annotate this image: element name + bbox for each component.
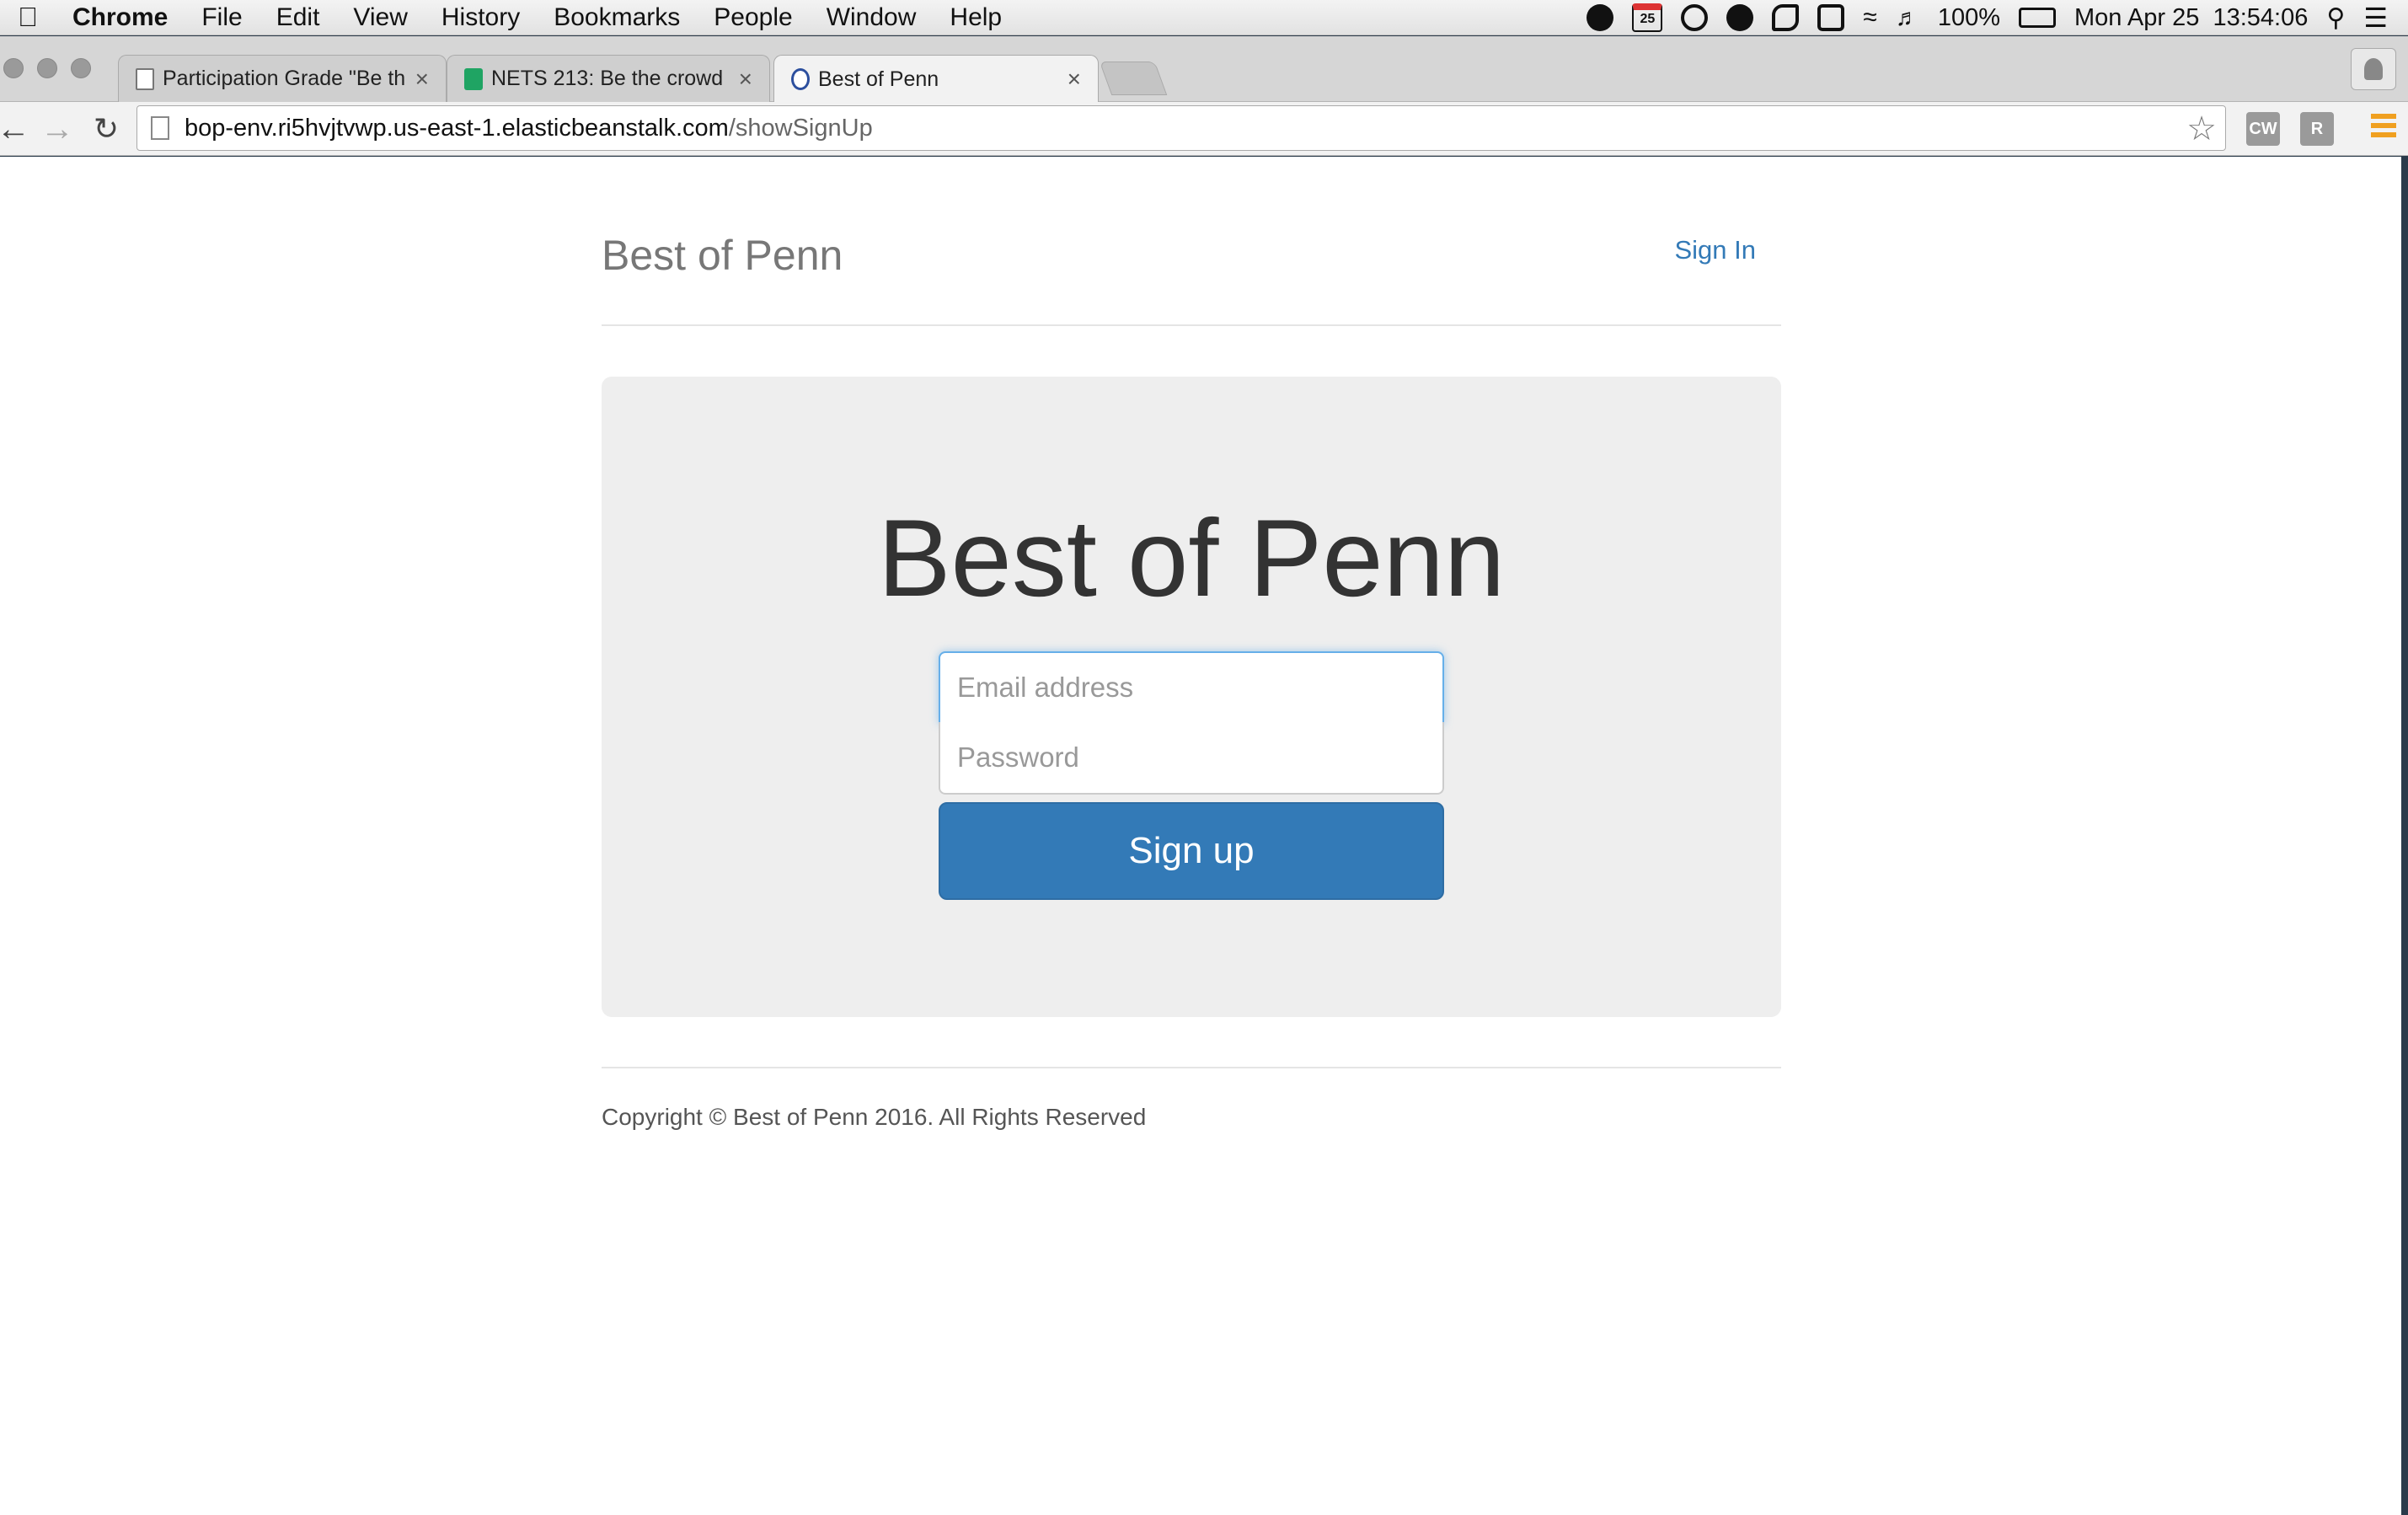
- sign-up-button[interactable]: Sign up: [939, 802, 1444, 900]
- menu-view[interactable]: View: [336, 3, 424, 32]
- menu-window[interactable]: Window: [810, 3, 934, 32]
- close-tab-icon[interactable]: ×: [415, 66, 429, 93]
- url-host: bop-env.ri5hvjtvwp.us-east-1.elasticbean…: [185, 114, 729, 142]
- tab-best-of-penn[interactable]: Best of Penn ×: [773, 55, 1099, 103]
- sheets-icon: [464, 67, 483, 90]
- address-bar[interactable]: bop-env.ri5hvjtvwp.us-east-1.elasticbean…: [136, 105, 2226, 151]
- menu-people[interactable]: People: [697, 3, 809, 32]
- calendar-icon[interactable]: 25: [1632, 3, 1663, 32]
- tab-nets213[interactable]: NETS 213: Be the crowd fo ×: [447, 55, 770, 102]
- menu-file[interactable]: File: [185, 3, 259, 32]
- reload-button[interactable]: ↻: [88, 110, 125, 147]
- window-controls: [3, 58, 91, 78]
- footer-copyright: Copyright © Best of Penn 2016. All Right…: [602, 1104, 1147, 1130]
- signup-jumbotron: Best of Penn Sign up: [602, 377, 1781, 1017]
- forward-button[interactable]: →: [39, 110, 76, 147]
- header-divider: [602, 324, 1781, 326]
- tab-participation-grade[interactable]: Participation Grade "Be the ×: [118, 55, 447, 102]
- tab-title: Best of Penn: [818, 67, 939, 91]
- status-area: 25 ≈ ♬ 100% Mon Apr 25 13:54:06 ⚲ ☰: [1587, 0, 2388, 35]
- footer-divider: [602, 1067, 1781, 1068]
- tab-strip: Participation Grade "Be the × NETS 213: …: [0, 36, 2408, 103]
- menu-app-chrome[interactable]: Chrome: [56, 3, 185, 32]
- browser-toolbar: ← → ↻ bop-env.ri5hvjtvwp.us-east-1.elast…: [0, 102, 2408, 156]
- spotlight-search-icon[interactable]: ⚲: [2326, 3, 2345, 33]
- doc-icon: [136, 67, 154, 90]
- password-field[interactable]: [939, 722, 1444, 795]
- clock-text[interactable]: Mon Apr 25 13:54:06: [2074, 4, 2308, 32]
- sync-icon[interactable]: [1681, 4, 1709, 31]
- apple-logo-icon[interactable]: : [0, 2, 56, 33]
- back-button[interactable]: ←: [0, 110, 32, 147]
- bookmark-star-icon[interactable]: ☆: [2186, 110, 2217, 148]
- jumbotron-title: Best of Penn: [877, 496, 1506, 619]
- page-viewport: Best of Penn Sign In Best of Penn Sign u…: [0, 157, 2401, 1515]
- page-icon: [151, 116, 169, 140]
- menu-history[interactable]: History: [425, 3, 537, 32]
- close-window-button[interactable]: [3, 58, 24, 78]
- menu-help[interactable]: Help: [933, 3, 1019, 32]
- menu-bookmarks[interactable]: Bookmarks: [537, 3, 697, 32]
- menu-edit[interactable]: Edit: [260, 3, 337, 32]
- site-header: Best of Penn Sign In: [602, 231, 1781, 307]
- person-icon: [2364, 58, 2383, 80]
- add-box-icon[interactable]: [1817, 4, 1845, 31]
- close-tab-icon[interactable]: ×: [739, 66, 752, 93]
- battery-icon[interactable]: [2019, 8, 2057, 28]
- url-path: /showSignUp: [728, 114, 873, 142]
- zoom-window-button[interactable]: [71, 58, 91, 78]
- extension-cw-icon[interactable]: CW: [2246, 112, 2280, 146]
- minimize-window-button[interactable]: [37, 58, 57, 78]
- extension-r-icon[interactable]: R: [2300, 112, 2334, 146]
- tab-title: Participation Grade "Be the: [163, 67, 405, 90]
- wifi-icon[interactable]: ≈: [1863, 3, 1876, 32]
- new-tab-button[interactable]: [1099, 62, 1168, 95]
- volume-icon[interactable]: ♬: [1896, 4, 1919, 31]
- info-icon[interactable]: [1726, 4, 1754, 31]
- leaf-icon[interactable]: [1772, 4, 1800, 31]
- penn-seal-icon: [791, 68, 810, 90]
- tab-title: NETS 213: Be the crowd fo: [491, 67, 729, 90]
- profile-button[interactable]: [2351, 48, 2396, 90]
- sign-in-link[interactable]: Sign In: [1674, 235, 1756, 265]
- chrome-menu-icon[interactable]: [2371, 114, 2396, 142]
- notification-center-icon[interactable]: ☰: [2363, 2, 2388, 34]
- email-field[interactable]: [939, 651, 1444, 724]
- battery-percent: 100%: [1937, 3, 2001, 31]
- site-brand[interactable]: Best of Penn: [602, 231, 843, 280]
- close-tab-icon[interactable]: ×: [1068, 66, 1081, 93]
- macos-menu-bar:  Chrome File Edit View History Bookmark…: [0, 0, 2408, 35]
- clock-app-icon[interactable]: [1587, 4, 1614, 31]
